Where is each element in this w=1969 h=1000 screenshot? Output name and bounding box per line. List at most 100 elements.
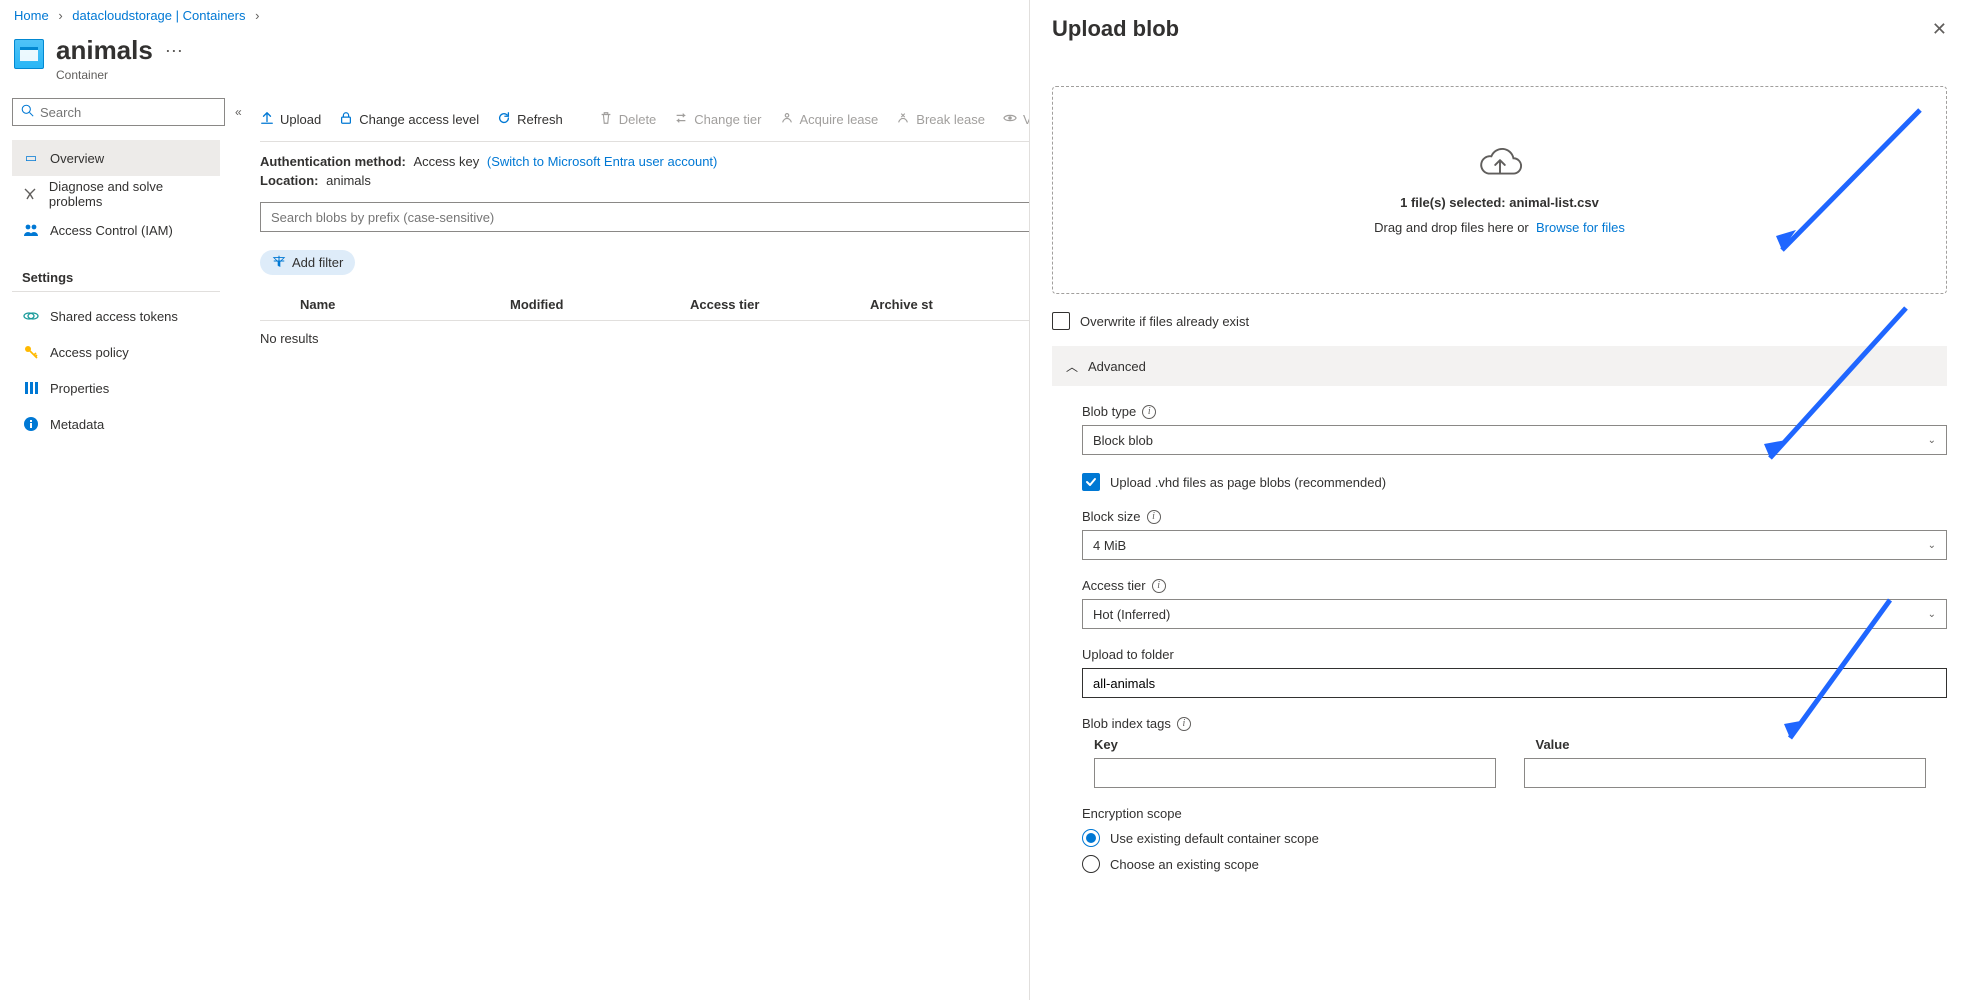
page-title: animals — [56, 35, 153, 66]
breadcrumb-storage[interactable]: datacloudstorage | Containers — [72, 8, 245, 23]
tag-key-input[interactable] — [1094, 758, 1496, 788]
add-filter-label: Add filter — [292, 255, 343, 270]
sidebar-item-label: Metadata — [50, 417, 104, 432]
trash-icon — [599, 111, 613, 128]
access-tier-select[interactable]: Hot (Inferred) ⌄ — [1082, 599, 1947, 629]
vhd-label: Upload .vhd files as page blobs (recomme… — [1110, 475, 1386, 490]
toolbar-label: Change access level — [359, 112, 479, 127]
info-icon[interactable]: i — [1152, 579, 1166, 593]
break-lease-icon — [896, 111, 910, 128]
blob-prefix-search[interactable] — [260, 202, 1030, 232]
blob-type-select[interactable]: Block blob ⌄ — [1082, 425, 1947, 455]
toolbar-acquire-lease-button: Acquire lease — [780, 111, 879, 128]
chevron-up-icon: ︿ — [1066, 358, 1078, 375]
page-subtitle: Container — [56, 68, 153, 82]
toolbar-label: Change tier — [694, 112, 761, 127]
sidebar-item-access-policy[interactable]: Access policy — [12, 334, 220, 370]
add-filter-button[interactable]: Add filter — [260, 250, 355, 275]
breadcrumb-separator-icon: › — [255, 8, 259, 23]
diagnose-icon — [22, 186, 39, 202]
info-icon[interactable]: i — [1147, 510, 1161, 524]
toolbar-change-tier-button: Change tier — [674, 111, 761, 128]
properties-icon — [22, 380, 40, 396]
auth-method-line: Authentication method: Access key (Switc… — [260, 154, 1030, 169]
breadcrumb-home[interactable]: Home — [14, 8, 49, 23]
tag-value-input[interactable] — [1524, 758, 1926, 788]
block-size-label: Block size i — [1082, 509, 1947, 524]
encryption-scope-label: Encryption scope — [1082, 806, 1947, 821]
advanced-label: Advanced — [1088, 359, 1146, 374]
sidebar-item-label: Overview — [50, 151, 104, 166]
toolbar-break-lease-button: Break lease — [896, 111, 985, 128]
overwrite-label: Overwrite if files already exist — [1080, 314, 1249, 329]
toolbar-refresh-button[interactable]: Refresh — [497, 111, 563, 128]
lease-icon — [780, 111, 794, 128]
sidebar-item-label: Shared access tokens — [50, 309, 178, 324]
toolbar-label: Acquire lease — [800, 112, 879, 127]
sidebar-item-properties[interactable]: Properties — [12, 370, 220, 406]
dropzone[interactable]: 1 file(s) selected: animal-list.csv Drag… — [1052, 86, 1947, 294]
sidebar-item-sas[interactable]: Shared access tokens — [12, 298, 220, 334]
encryption-default-radio[interactable]: Use existing default container scope — [1082, 829, 1947, 847]
drag-drop-text: Drag and drop files here or Browse for f… — [1374, 220, 1625, 235]
col-name[interactable]: Name — [300, 297, 510, 312]
refresh-icon — [497, 111, 511, 128]
cloud-upload-icon — [1477, 146, 1523, 185]
toolbar-label: Delete — [619, 112, 657, 127]
overwrite-checkbox[interactable] — [1052, 312, 1070, 330]
browse-for-files-link[interactable]: Browse for files — [1536, 220, 1625, 235]
sidebar-item-diagnose[interactable]: Diagnose and solve problems — [12, 176, 220, 212]
chevron-down-icon: ⌄ — [1928, 609, 1936, 620]
overwrite-checkbox-row[interactable]: Overwrite if files already exist — [1052, 312, 1947, 330]
advanced-toggle[interactable]: ︿ Advanced — [1052, 346, 1947, 386]
lock-icon — [339, 111, 353, 128]
upload-folder-input[interactable] — [1082, 668, 1947, 698]
table-header: Name Modified Access tier Archive st — [260, 289, 1030, 321]
tag-value-column-label: Value — [1524, 737, 1948, 752]
vhd-checkbox[interactable] — [1082, 473, 1100, 491]
upload-icon — [260, 111, 274, 128]
radio-icon — [1082, 855, 1100, 873]
toolbar-view-snapshots-button: View snapshots — [1003, 111, 1030, 128]
sidebar-search[interactable] — [12, 98, 225, 126]
info-icon[interactable]: i — [1142, 405, 1156, 419]
col-archive-status[interactable]: Archive st — [870, 297, 1030, 312]
sidebar-search-input[interactable] — [40, 105, 216, 120]
blob-prefix-input[interactable] — [271, 210, 1019, 225]
tags-label: Blob index tags i — [1082, 716, 1947, 731]
toolbar-label: Upload — [280, 112, 321, 127]
sidebar-item-label: Diagnose and solve problems — [49, 179, 210, 209]
sidebar: « ▭ Overview Diagnose and solve problems… — [0, 98, 232, 442]
toolbar-change-access-button[interactable]: Change access level — [339, 111, 479, 128]
breadcrumb-separator-icon: › — [58, 8, 62, 23]
sidebar-item-overview[interactable]: ▭ Overview — [12, 140, 220, 176]
col-access-tier[interactable]: Access tier — [690, 297, 870, 312]
sidebar-item-label: Properties — [50, 381, 109, 396]
container-icon — [14, 39, 44, 69]
token-icon — [22, 308, 40, 324]
block-size-select[interactable]: 4 MiB ⌄ — [1082, 530, 1947, 560]
close-icon[interactable]: ✕ — [1932, 19, 1947, 40]
sidebar-item-iam[interactable]: Access Control (IAM) — [12, 212, 220, 248]
toolbar-upload-button[interactable]: Upload — [260, 111, 321, 128]
switch-auth-link[interactable]: (Switch to Microsoft Entra user account) — [487, 154, 717, 169]
blob-type-label: Blob type i — [1082, 404, 1947, 419]
location-line: Location: animals — [260, 173, 1030, 188]
chevron-down-icon: ⌄ — [1928, 540, 1936, 551]
encryption-choose-radio[interactable]: Choose an existing scope — [1082, 855, 1947, 873]
toolbar-delete-button: Delete — [599, 111, 657, 128]
toolbar: Upload Change access level Refresh Delet — [260, 98, 1030, 142]
col-modified[interactable]: Modified — [510, 297, 690, 312]
sidebar-item-metadata[interactable]: Metadata — [12, 406, 220, 442]
info-icon[interactable]: i — [1177, 717, 1191, 731]
vhd-checkbox-row[interactable]: Upload .vhd files as page blobs (recomme… — [1082, 473, 1947, 491]
upload-folder-label: Upload to folder — [1082, 647, 1947, 662]
toolbar-label: Refresh — [517, 112, 563, 127]
sidebar-item-label: Access policy — [50, 345, 129, 360]
chevron-down-icon: ⌄ — [1928, 435, 1936, 446]
files-selected-text: 1 file(s) selected: animal-list.csv — [1400, 195, 1599, 210]
main-content: Upload Change access level Refresh Delet — [232, 98, 1030, 442]
more-icon[interactable]: ⋯ — [165, 41, 183, 62]
radio-icon — [1082, 829, 1100, 847]
access-tier-label: Access tier i — [1082, 578, 1947, 593]
